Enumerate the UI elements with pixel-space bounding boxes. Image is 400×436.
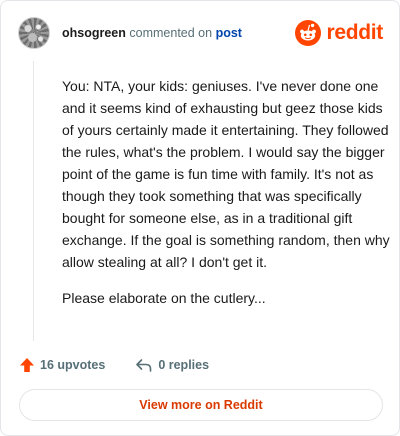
commented-on-text: commented on xyxy=(129,26,213,40)
upvote-arrow-icon xyxy=(20,358,34,372)
comment-body: You: NTA, your kids: geniuses. I've neve… xyxy=(62,75,392,323)
comment-card: ohsogreen commented on post reddit You: … xyxy=(0,0,400,436)
comment-paragraph: Please elaborate on the cutlery... xyxy=(62,290,266,306)
byline: ohsogreen commented on post xyxy=(62,25,242,41)
reddit-snoo-icon xyxy=(295,20,322,46)
upvote-count: 16 upvotes xyxy=(40,358,106,372)
reply-count: 0 replies xyxy=(158,358,210,372)
comment-header: ohsogreen commented on post reddit xyxy=(18,17,385,49)
username[interactable]: ohsogreen xyxy=(62,26,126,40)
thread-line xyxy=(33,61,34,341)
reply-button[interactable]: 0 replies xyxy=(135,357,209,373)
reddit-logo[interactable]: reddit xyxy=(295,19,383,47)
comment-paragraph: You: NTA, your kids: geniuses. I've neve… xyxy=(62,78,390,270)
reply-arrow-icon xyxy=(136,359,152,372)
upvote-button[interactable]: 16 upvotes xyxy=(19,357,105,373)
view-more-button[interactable]: View more on Reddit xyxy=(19,389,383,421)
reddit-wordmark: reddit xyxy=(326,21,383,44)
post-link[interactable]: post xyxy=(216,26,242,40)
comment-actions: 16 upvotes 0 replies xyxy=(19,354,209,376)
avatar[interactable] xyxy=(18,17,50,49)
